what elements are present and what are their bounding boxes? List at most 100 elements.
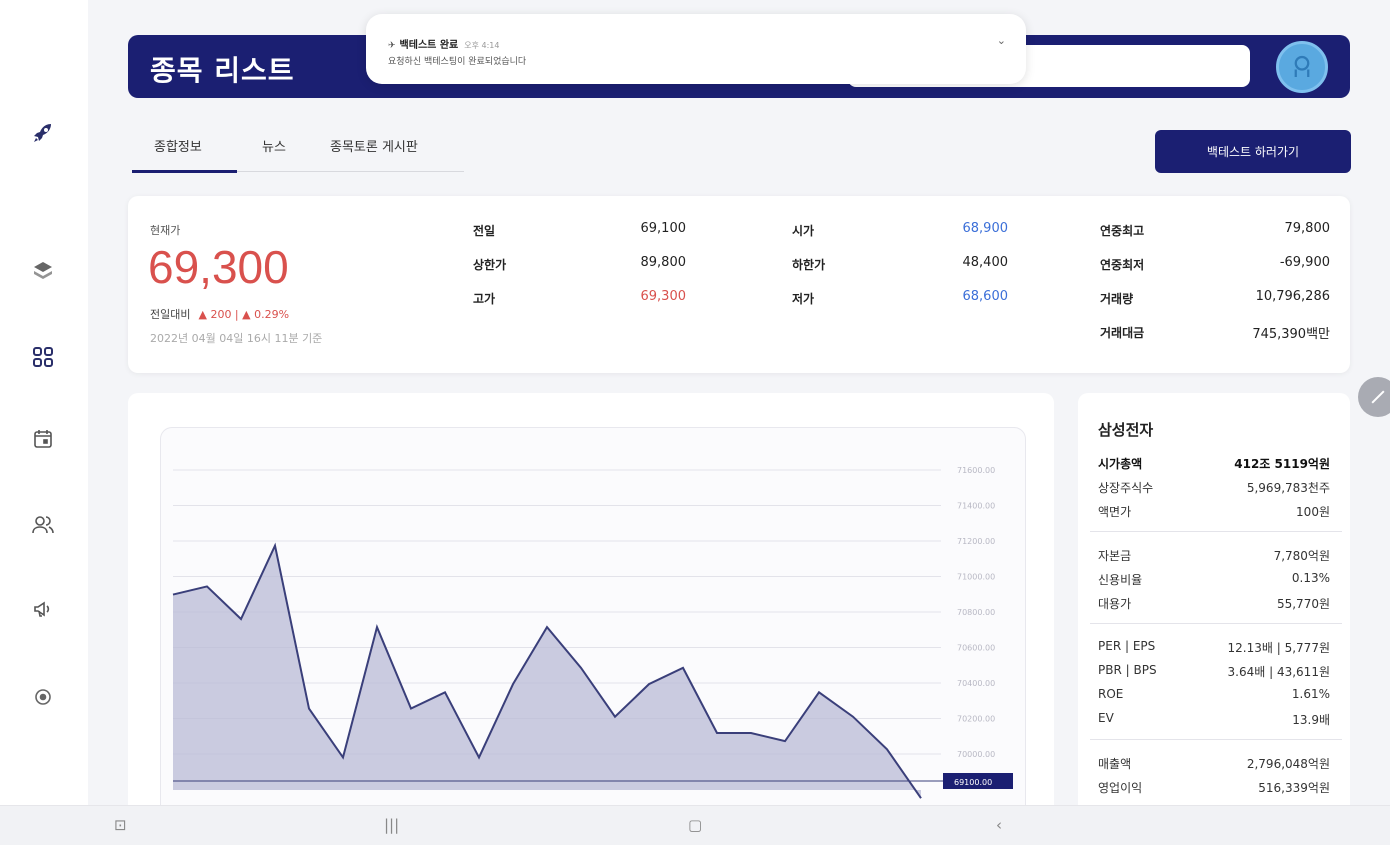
info-label: PBR | BPS [1098, 663, 1157, 677]
stat-value: 68,600 [962, 289, 1009, 304]
back-button[interactable]: ‹ [996, 816, 1002, 834]
stat-value: 68,900 [962, 221, 1009, 236]
info-value: 5,969,783천주 [1246, 481, 1330, 495]
info-value: 12.13배 | 5,777원 [1227, 641, 1330, 655]
tab-news[interactable]: 뉴스 [262, 136, 286, 155]
info-value: 412조 5119억원 [1234, 457, 1330, 471]
stat-label: 저가 [792, 292, 815, 306]
info-value: 13.9배 [1292, 713, 1330, 727]
y-tick-label: 70800.00 [957, 608, 995, 617]
home-button[interactable]: ▢ [688, 816, 702, 834]
stat-label: 하한가 [792, 258, 826, 272]
toast-rocket-icon: ✈ [388, 41, 396, 51]
chart-area-fill [173, 545, 921, 799]
stat-label: 시가 [792, 224, 815, 238]
tab-bar: 종합정보 뉴스 종목토론 게시판 [132, 126, 464, 173]
info-divider [1090, 531, 1342, 532]
stat-value: 79,800 [1284, 221, 1331, 236]
screenshot-icon[interactable]: ⊡ [114, 816, 127, 834]
info-row: PER | EPS 12.13배 | 5,777원 [1098, 639, 1330, 656]
stat-label: 전일 [473, 224, 496, 238]
toast-message: 요청하신 백테스팅이 완료되었습니다 [388, 57, 527, 67]
price-timestamp: 2022년 04월 04일 16시 11분 기준 [150, 332, 323, 345]
avatar[interactable] [1276, 41, 1328, 93]
info-row: ROE 1.61% [1098, 687, 1330, 701]
info-row: 상장주식수 5,969,783천주 [1098, 479, 1330, 496]
chart-card: 71600.00 71400.00 71200.00 71000.00 70800.00… [128, 393, 1054, 805]
info-label: 상장주식수 [1098, 481, 1154, 495]
current-price-tag-label: 69100.00 [954, 778, 992, 787]
recent-apps-button[interactable]: ||| [384, 816, 399, 834]
company-info-panel: 삼성전자 시가총액 412조 5119억원상장주식수 5,969,783천주액면가 1… [1078, 393, 1350, 805]
company-name: 삼성전자 [1098, 421, 1154, 439]
info-value: 3.64배 | 43,611원 [1227, 665, 1330, 679]
info-divider [1090, 623, 1342, 624]
users-icon[interactable] [28, 510, 58, 540]
stat-label: 거래량 [1100, 292, 1134, 306]
info-label: ROE [1098, 687, 1124, 701]
y-tick-label: 70200.00 [957, 715, 995, 724]
y-tick-label: 71400.00 [957, 502, 995, 511]
info-value: 516,339억원 [1258, 781, 1330, 795]
tab-discussion-board[interactable]: 종목토론 게시판 [330, 136, 418, 155]
system-navigation-bar: ⊡ ||| ▢ ‹ [0, 805, 1390, 845]
toast-title: ✈ 백테스트 완료 오후 4:14 [388, 40, 500, 51]
price-area-chart[interactable]: 71600.00 71400.00 71200.00 71000.00 70800.00… [161, 428, 1027, 806]
info-label: 시가총액 [1098, 457, 1143, 471]
info-row: 신용비율 0.13% [1098, 571, 1330, 588]
info-label: 영업이익 [1098, 781, 1143, 795]
layers-icon[interactable] [28, 256, 58, 286]
chevron-down-icon[interactable]: ⌄ [997, 34, 1006, 47]
sidebar [0, 0, 88, 805]
info-label: 신용비율 [1098, 573, 1143, 587]
tab-active-indicator [132, 170, 237, 173]
grid-icon[interactable] [28, 342, 58, 372]
y-tick-label: 70400.00 [957, 679, 995, 688]
info-row: 대용가 55,770원 [1098, 595, 1330, 612]
backtest-button[interactable]: 백테스트 하러가기 [1155, 130, 1351, 173]
stat-label: 상한가 [473, 258, 507, 272]
info-value: 1.61% [1291, 687, 1330, 701]
price-change: 전일대비 ▲ 200 | ▲ 0.29% [150, 308, 290, 321]
stat-value: 10,796,286 [1255, 289, 1330, 304]
info-label: 액면가 [1098, 505, 1132, 519]
current-price-label: 현재가 [150, 224, 181, 237]
info-row: PBR | BPS 3.64배 | 43,611원 [1098, 663, 1330, 680]
info-label: PER | EPS [1098, 639, 1156, 653]
edit-button[interactable] [1358, 377, 1390, 417]
rocket-icon[interactable] [28, 118, 58, 148]
user-icon [1294, 55, 1310, 77]
info-value: 7,780억원 [1273, 549, 1330, 563]
stat-value: 48,400 [962, 255, 1009, 270]
y-tick-label: 70600.00 [957, 644, 995, 653]
stat-label: 거래대금 [1100, 326, 1145, 340]
stat-value: 745,390백만 [1252, 327, 1330, 342]
y-tick-label: 71200.00 [957, 537, 995, 546]
info-row: 영업이익 516,339억원 [1098, 779, 1330, 796]
pencil-icon [1371, 390, 1385, 404]
info-row: 자본금 7,780억원 [1098, 547, 1330, 564]
stat-value: 69,100 [640, 221, 687, 236]
info-label: 매출액 [1098, 757, 1132, 771]
chart-area[interactable]: 71600.00 71400.00 71200.00 71000.00 70800.00… [160, 427, 1026, 805]
current-price: 69,300 [148, 241, 289, 293]
stat-label: 고가 [473, 292, 496, 306]
info-value: 55,770원 [1276, 597, 1330, 611]
info-value: 0.13% [1291, 571, 1330, 585]
tab-overview[interactable]: 종합정보 [154, 136, 202, 155]
info-row: 액면가 100원 [1098, 503, 1330, 520]
info-divider [1090, 739, 1342, 740]
info-row: 매출액 2,796,048억원 [1098, 755, 1330, 772]
notification-toast[interactable]: ✈ 백테스트 완료 오후 4:14 요청하신 백테스팅이 완료되었습니다 ⌄ [366, 14, 1026, 84]
stat-value: 89,800 [640, 255, 687, 270]
toast-time: 오후 4:14 [464, 41, 500, 50]
info-label: EV [1098, 711, 1114, 725]
info-value: 100원 [1296, 505, 1330, 519]
stat-value: -69,900 [1279, 255, 1330, 270]
megaphone-icon[interactable] [28, 594, 58, 624]
info-value: 2,796,048억원 [1246, 757, 1330, 771]
page-title: 종목 리스트 [150, 54, 295, 87]
target-icon[interactable] [28, 682, 58, 712]
calendar-icon[interactable] [28, 424, 58, 454]
stat-value: 69,300 [640, 289, 687, 304]
